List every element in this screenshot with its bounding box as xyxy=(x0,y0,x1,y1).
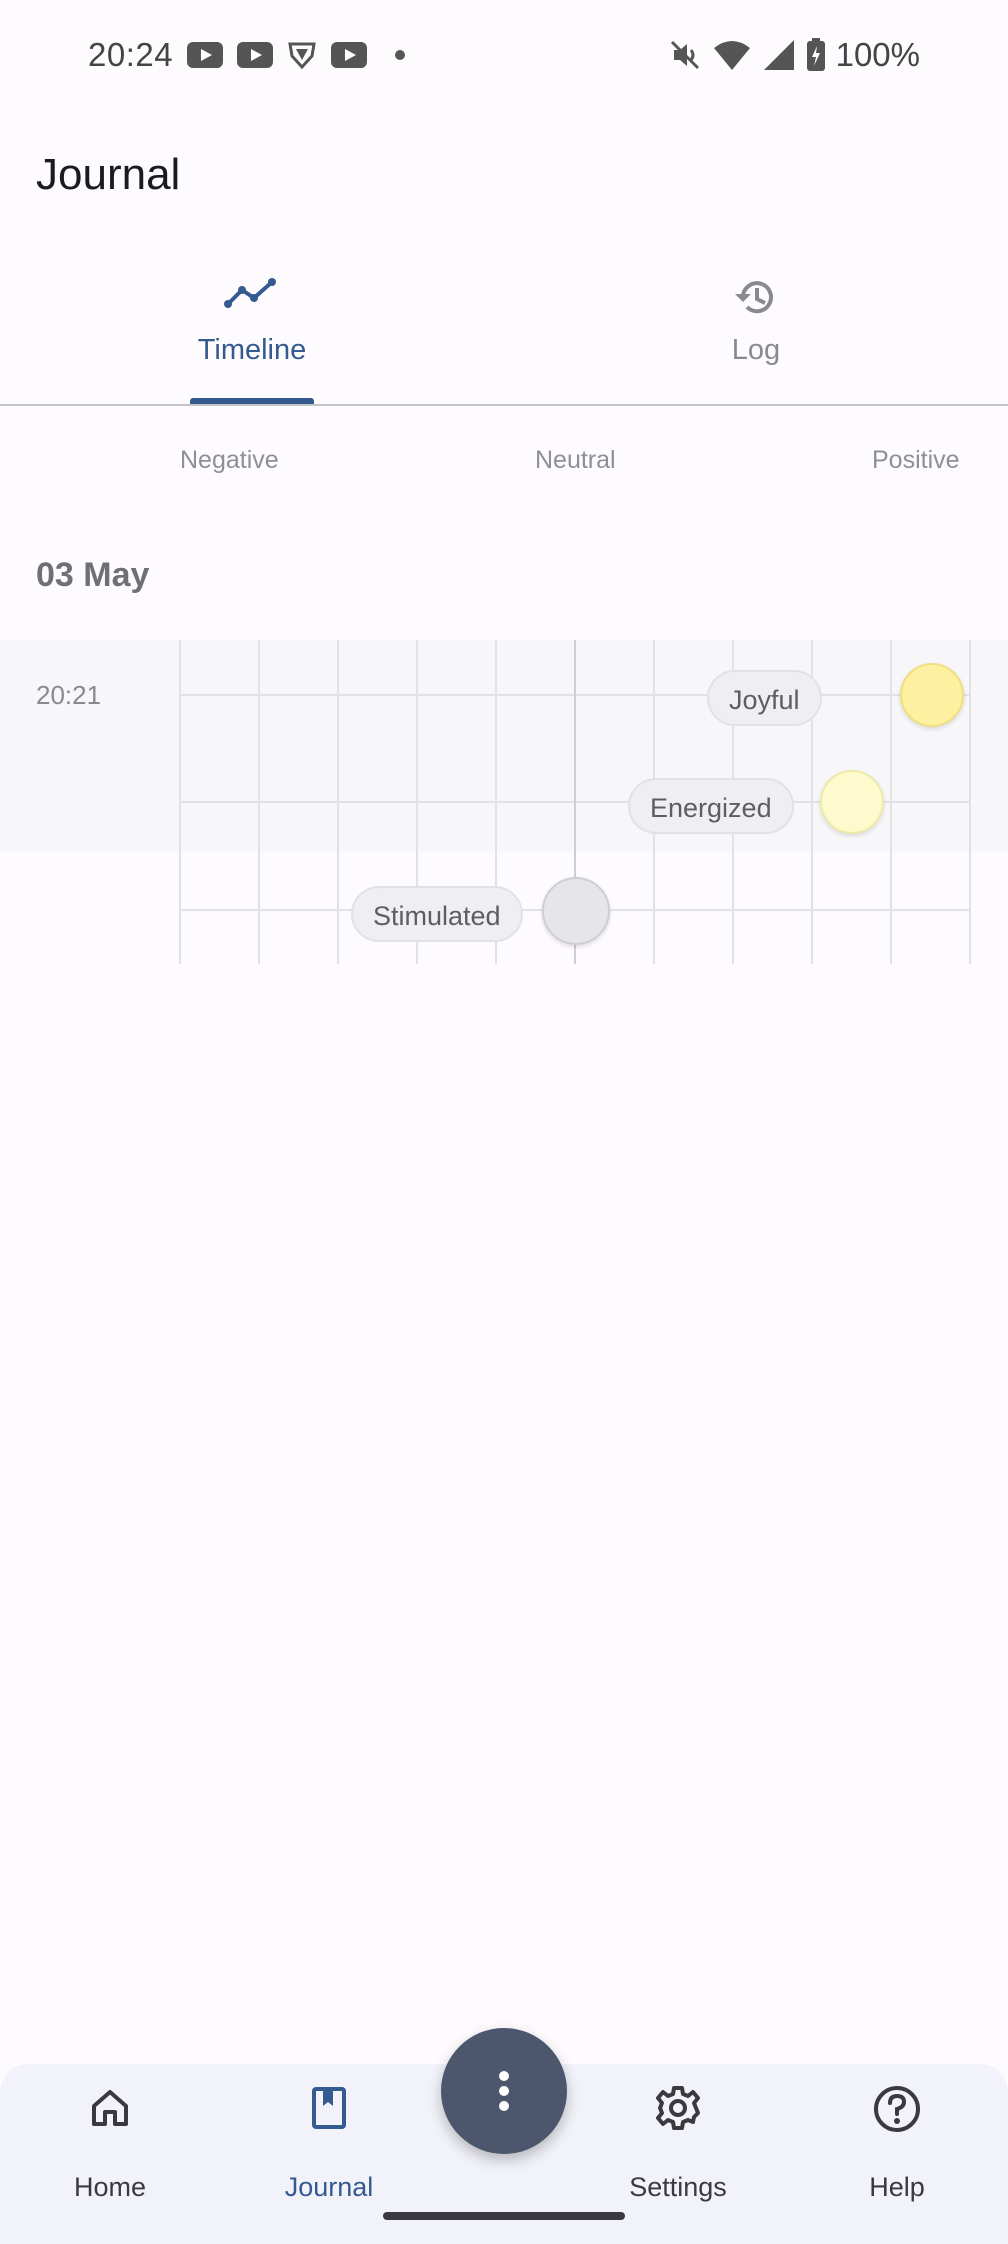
history-icon xyxy=(735,281,773,314)
more-options-fab[interactable] xyxy=(441,2028,567,2154)
nav-journal-label: Journal xyxy=(284,2172,374,2202)
mood-label-energized[interactable]: Energized xyxy=(628,778,794,834)
active-tab-indicator xyxy=(190,398,314,404)
scale-neutral: Neutral xyxy=(535,446,616,474)
mute-icon xyxy=(670,40,699,70)
tab-timeline-label: Timeline xyxy=(197,334,307,366)
nav-help[interactable]: Help xyxy=(817,2084,977,2202)
trend-line-icon xyxy=(224,278,276,308)
journal-bookmark-icon xyxy=(312,2087,346,2129)
nav-home[interactable]: Home xyxy=(30,2084,190,2202)
more-vertical-icon xyxy=(499,2071,509,2111)
day-heading: 03 May xyxy=(36,556,150,594)
gesture-home-indicator[interactable] xyxy=(383,2212,625,2220)
mood-dot-joyful[interactable] xyxy=(900,663,964,727)
gear-icon xyxy=(656,2086,700,2130)
nav-help-label: Help xyxy=(869,2172,925,2202)
scale-positive: Positive xyxy=(872,446,960,474)
youtube-icon xyxy=(187,42,223,68)
nav-settings-label: Settings xyxy=(629,2172,727,2202)
cell-signal-icon xyxy=(763,40,794,70)
tab-log[interactable]: Log xyxy=(504,260,1008,404)
vpn-shield-icon xyxy=(288,42,316,70)
notification-dot-icon xyxy=(395,50,405,60)
mood-label-joyful[interactable]: Joyful xyxy=(707,670,822,726)
status-bar: 20:24 100% xyxy=(0,0,1008,115)
youtube-icon xyxy=(331,42,367,68)
youtube-icon xyxy=(237,42,273,68)
tab-log-label: Log xyxy=(731,334,781,366)
battery-charging-icon xyxy=(806,38,825,71)
mood-label-stimulated[interactable]: Stimulated xyxy=(351,886,523,942)
battery-percent: 100% xyxy=(835,36,920,73)
system-icons: 100% xyxy=(668,36,920,74)
nav-settings[interactable]: Settings xyxy=(598,2084,758,2202)
tab-bar: Timeline Log xyxy=(0,260,1008,406)
wifi-icon xyxy=(713,41,750,70)
mood-dot-energized[interactable] xyxy=(820,770,884,834)
home-icon xyxy=(92,2090,128,2126)
page-title: Journal xyxy=(36,150,181,199)
scale-negative: Negative xyxy=(180,446,279,474)
mood-dot-stimulated[interactable] xyxy=(542,877,610,945)
nav-journal[interactable]: Journal xyxy=(249,2084,409,2202)
nav-home-label: Home xyxy=(73,2172,147,2202)
notification-icons xyxy=(187,40,405,70)
help-circle-icon xyxy=(874,2086,920,2132)
tab-timeline[interactable]: Timeline xyxy=(0,260,504,404)
status-time: 20:24 xyxy=(88,36,174,73)
